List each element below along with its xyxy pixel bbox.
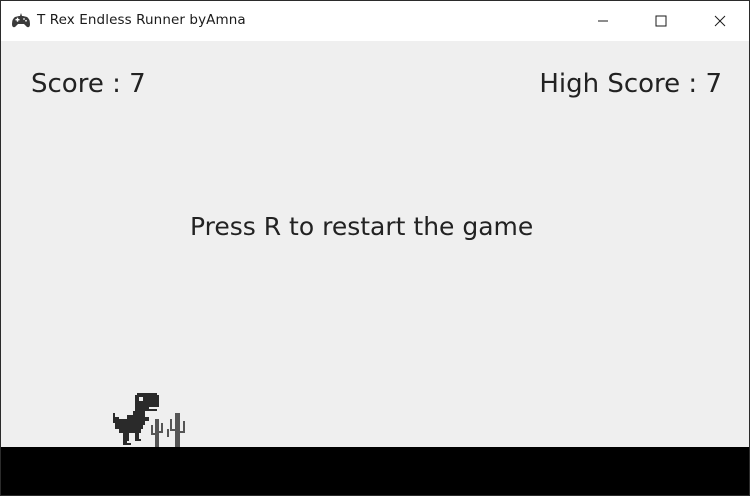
window-title: T Rex Endless Runner byAmna <box>37 12 246 28</box>
close-button[interactable] <box>691 1 749 41</box>
ground <box>1 447 749 495</box>
game-canvas[interactable]: Score : 7 High Score : 7 Press R to rest… <box>1 41 749 447</box>
close-icon <box>714 15 726 27</box>
game-window: T Rex Endless Runner byAmna Score : 7 Hi… <box>0 0 750 496</box>
restart-message: Press R to restart the game <box>190 212 534 241</box>
score-label: Score : 7 <box>31 69 146 99</box>
minimize-button[interactable] <box>574 1 632 41</box>
minimize-icon <box>598 20 608 22</box>
title-bar[interactable]: T Rex Endless Runner byAmna <box>1 1 749 41</box>
high-score-label: High Score : 7 <box>539 69 722 99</box>
maximize-button[interactable] <box>632 1 690 41</box>
cactus-obstacle <box>151 413 185 447</box>
gamepad-icon <box>12 13 30 28</box>
maximize-icon <box>655 15 667 27</box>
